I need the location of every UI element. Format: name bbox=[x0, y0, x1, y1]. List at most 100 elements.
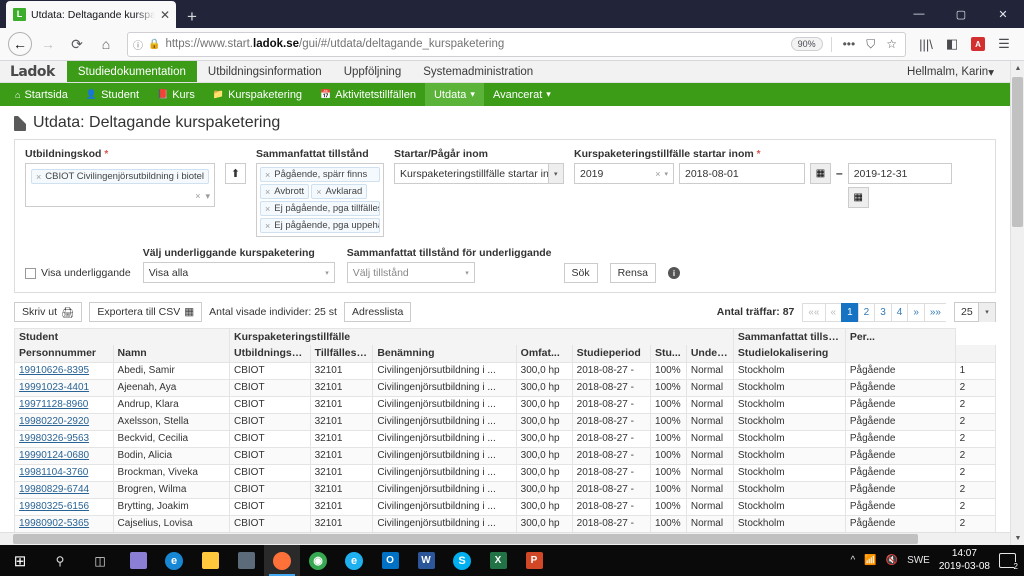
calendar-from-icon[interactable]: ▦ bbox=[810, 163, 831, 184]
clear-icon[interactable]: × bbox=[651, 169, 664, 179]
personnummer-link[interactable]: 19990124-0680 bbox=[19, 450, 89, 461]
info-icon[interactable]: i bbox=[667, 267, 680, 279]
taskbar-app-store[interactable] bbox=[228, 545, 264, 576]
personnummer-link-cell[interactable]: 19991023-4401 bbox=[14, 378, 114, 397]
clear-all-icon[interactable]: × bbox=[195, 191, 200, 202]
taskbar-app-edge-legacy[interactable]: e bbox=[156, 545, 192, 576]
chip-utbildningskod[interactable]: × CBIOT Civilingenjörsutbildning i biote… bbox=[31, 169, 209, 184]
personnummer-link-cell[interactable]: 19980902-5365 bbox=[14, 514, 114, 533]
page-prev-button[interactable]: « bbox=[824, 302, 842, 322]
remove-chip-icon[interactable]: × bbox=[265, 204, 270, 214]
chip-tillstand[interactable]: × Avbrott bbox=[260, 184, 310, 199]
table-row[interactable]: 19971128-8960 Andrup, Klara CBIOT 32101 Civi… bbox=[14, 395, 997, 414]
personnummer-link[interactable]: 19980325-6156 bbox=[19, 501, 89, 512]
zoom-level-badge[interactable]: 90% bbox=[790, 37, 823, 51]
table-row[interactable]: 19980902-5365 Cajselius, Lovisa CBIOT 32101… bbox=[14, 514, 997, 533]
subnav-item-avancerat[interactable]: Avancerat ▾ bbox=[484, 83, 560, 106]
personnummer-link-cell[interactable]: 19980325-6156 bbox=[14, 497, 114, 516]
table-row[interactable]: 19981104-3760 Brockman, Viveka CBIOT 32101 C… bbox=[14, 463, 997, 482]
ladok-logo[interactable]: Ladok bbox=[0, 61, 67, 82]
personnummer-link[interactable]: 19981104-3760 bbox=[19, 467, 88, 478]
page-button-1[interactable]: 1 bbox=[841, 302, 858, 322]
export-csv-button[interactable]: Exportera till CSV ▦ bbox=[89, 302, 203, 322]
clear-button[interactable]: Rensa bbox=[609, 263, 656, 283]
personnummer-link-cell[interactable]: 19980220-2920 bbox=[14, 412, 114, 431]
topnav-item-studiedokumentation[interactable]: Studiedokumentation bbox=[66, 61, 197, 82]
utbildningskod-multiselect[interactable]: × CBIOT Civilingenjörsutbildning i biote… bbox=[25, 163, 215, 207]
taskbar-app-outlook[interactable]: O bbox=[372, 545, 408, 576]
minimize-icon[interactable]: — bbox=[898, 0, 940, 28]
url-bar[interactable]: ⓘ 🔒 https://www.start.ladok.se/gui/#/utd… bbox=[127, 31, 906, 57]
vertical-scrollbar[interactable]: ▲ ▼ bbox=[1010, 61, 1024, 545]
chip-tillstand[interactable]: × Ej pågående, pga uppehåll bbox=[260, 218, 380, 233]
col-omfattning[interactable]: Omfat... bbox=[515, 345, 573, 363]
sidebar-icon[interactable]: ◧ bbox=[940, 32, 964, 56]
personnummer-link[interactable]: 19980326-9563 bbox=[19, 433, 89, 444]
forward-icon[interactable]: → bbox=[35, 31, 61, 57]
taskbar-app-powerpoint[interactable]: P bbox=[516, 545, 552, 576]
page-info-icon[interactable]: ⓘ bbox=[133, 37, 143, 52]
topnav-item-systemadministration[interactable]: Systemadministration bbox=[412, 61, 544, 82]
table-row[interactable]: 19991023-4401 Ajeenah, Aya CBIOT 32101 Civil… bbox=[14, 378, 997, 397]
search-button[interactable]: Sök bbox=[563, 263, 598, 283]
network-icon[interactable]: 📶 bbox=[864, 555, 876, 566]
page-button-3[interactable]: 3 bbox=[874, 302, 891, 322]
maximize-icon[interactable]: ▢ bbox=[940, 0, 982, 28]
remove-chip-icon[interactable]: × bbox=[265, 170, 270, 180]
start-button-icon[interactable]: ⊞ bbox=[0, 545, 40, 576]
date-from-input[interactable]: 2018-08-01 bbox=[679, 163, 805, 184]
taskbar-app-chrome[interactable]: ◉ bbox=[300, 545, 336, 576]
task-view-icon[interactable]: ◫ bbox=[80, 545, 120, 576]
col-personnummer[interactable]: Personnummer bbox=[14, 345, 114, 363]
personnummer-link-cell[interactable]: 19910626-8395 bbox=[14, 361, 114, 380]
personnummer-link-cell[interactable]: 19980829-6744 bbox=[14, 480, 114, 499]
taskbar-app-excel[interactable]: X bbox=[480, 545, 516, 576]
new-tab-button[interactable]: + bbox=[187, 8, 197, 25]
col-studielokalisering[interactable]: Studielokalisering bbox=[732, 345, 846, 363]
subnav-item-student[interactable]: 👤 Student bbox=[77, 83, 148, 106]
chip-tillstand[interactable]: × Avklarad bbox=[311, 184, 368, 199]
chevron-down-icon[interactable]: ▾ bbox=[205, 191, 210, 202]
scroll-down-icon[interactable]: ▼ bbox=[1011, 531, 1024, 545]
page-size-select[interactable]: 25 ▾ bbox=[954, 302, 996, 322]
language-indicator[interactable]: SWE bbox=[907, 555, 930, 566]
personnummer-link-cell[interactable]: 19971128-8960 bbox=[14, 395, 114, 414]
reload-icon[interactable]: ⟳ bbox=[64, 31, 90, 57]
user-menu[interactable]: Hellmalm, Karin ▾ bbox=[907, 61, 994, 82]
tillstand-chip-list[interactable]: × Pågående, spärr finns × Avbrott × Avkl… bbox=[256, 163, 384, 237]
close-tab-icon[interactable]: ✕ bbox=[160, 9, 170, 21]
personnummer-link[interactable]: 19991023-4401 bbox=[19, 382, 89, 393]
upload-button[interactable]: ⬆ bbox=[225, 163, 246, 184]
close-window-icon[interactable]: ✕ bbox=[982, 0, 1024, 28]
pocket-icon[interactable]: ⛉ bbox=[863, 37, 878, 52]
taskbar-app-firefox[interactable] bbox=[264, 545, 300, 576]
pdf-extension-icon[interactable]: A bbox=[966, 32, 990, 56]
table-row[interactable]: 19980326-9563 Beckvid, Cecilia CBIOT 32101 C… bbox=[14, 429, 997, 448]
subnav-item-utdata[interactable]: Utdata ▾ bbox=[424, 83, 484, 106]
topnav-item-utbildningsinformation[interactable]: Utbildningsinformation bbox=[197, 61, 333, 82]
date-to-input[interactable]: 2019-12-31 bbox=[847, 163, 952, 184]
topnav-item-uppfoljning[interactable]: Uppföljning bbox=[333, 61, 413, 82]
valj-underliggande-select[interactable]: Visa alla ▾ bbox=[142, 262, 335, 283]
personnummer-link-cell[interactable]: 19980326-9563 bbox=[14, 429, 114, 448]
print-button[interactable]: Skriv ut 🖨 bbox=[14, 302, 83, 322]
col-tillstand-sub[interactable] bbox=[844, 345, 956, 363]
col-utbildningskod[interactable]: Utbildningskod bbox=[229, 345, 311, 363]
page-button-4[interactable]: 4 bbox=[890, 302, 908, 322]
col-period-sub[interactable] bbox=[954, 345, 997, 363]
browser-tab[interactable]: L Utdata: Deltagande kurspaketer ✕ bbox=[6, 1, 176, 28]
taskbar-app-internet-explorer[interactable]: e bbox=[336, 545, 372, 576]
tray-chevron-icon[interactable]: ^ bbox=[850, 555, 855, 566]
startar-pagar-select[interactable]: Kurspaketeringstillfälle startar inom ▾ bbox=[394, 163, 564, 184]
subnav-item-startsida[interactable]: ⌂ Startsida bbox=[6, 83, 77, 106]
volume-mute-icon[interactable]: 🔇 bbox=[886, 555, 898, 566]
personnummer-link-cell[interactable]: 19981104-3760 bbox=[14, 463, 114, 482]
table-row[interactable]: 19910626-8395 Abedi, Samir CBIOT 32101 Civil… bbox=[14, 361, 997, 380]
table-row[interactable]: 19980829-6744 Brogren, Wilma CBIOT 32101 Civ… bbox=[14, 480, 997, 499]
page-next-button[interactable]: » bbox=[907, 302, 924, 322]
remove-chip-icon[interactable]: × bbox=[265, 187, 270, 197]
tillstand-underliggande-select[interactable]: Välj tillstånd ▾ bbox=[346, 262, 475, 283]
taskbar-app-file-explorer[interactable] bbox=[192, 545, 228, 576]
table-row[interactable]: 19980325-6156 Brytting, Joakim CBIOT 32101 C… bbox=[14, 497, 997, 516]
subnav-item-aktivitetstillfallen[interactable]: 📅 Aktivitetstillfällen bbox=[311, 83, 425, 106]
